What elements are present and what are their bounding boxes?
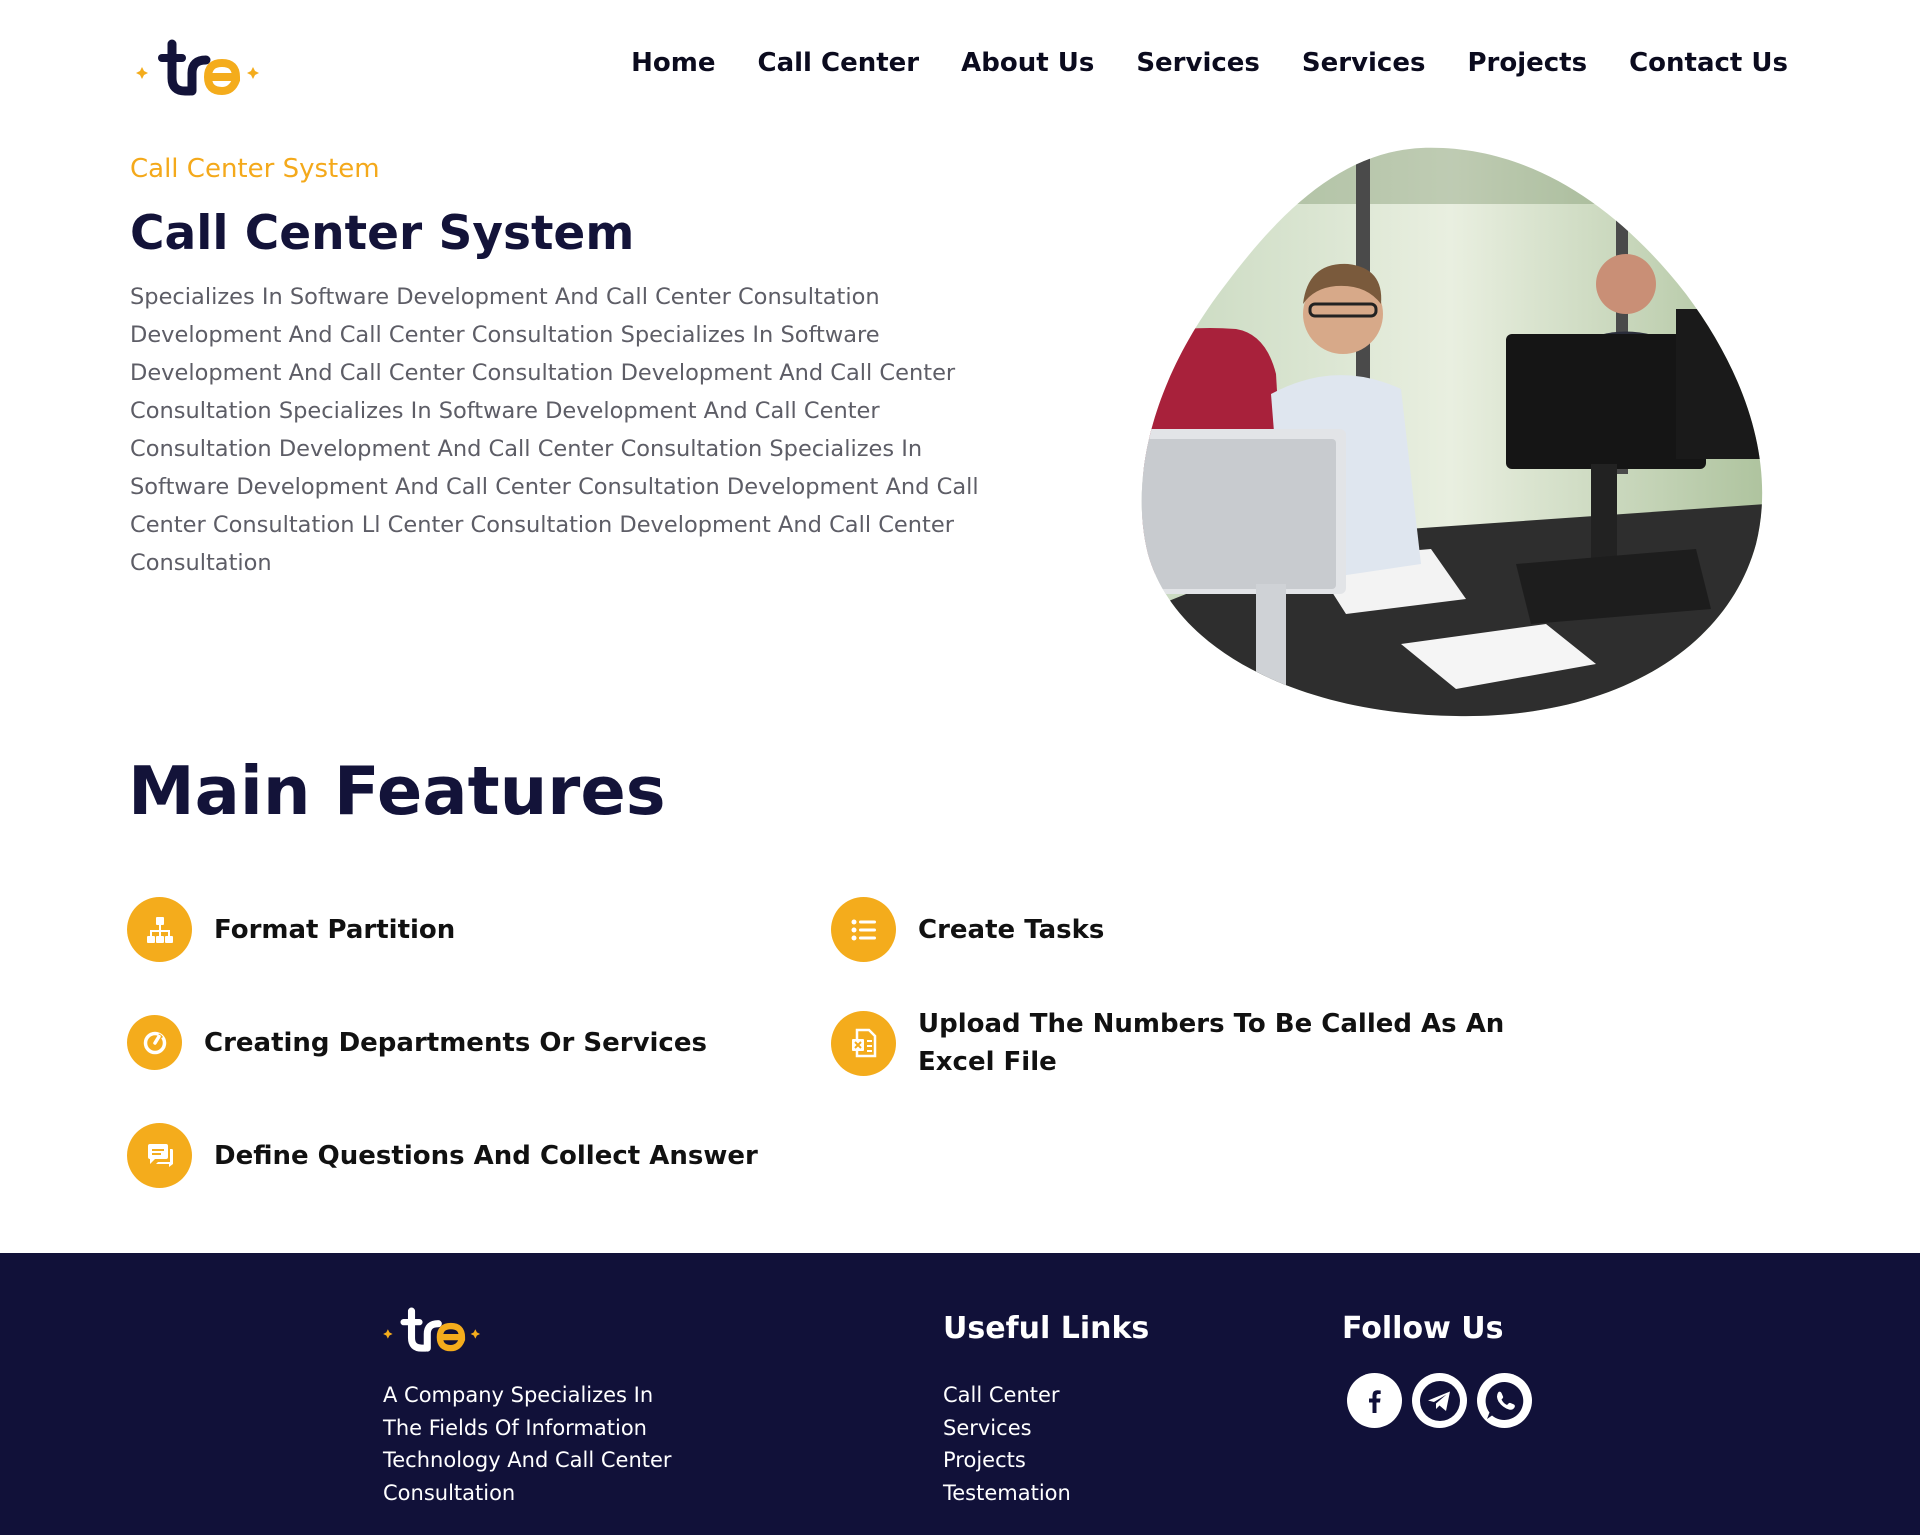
- telegram-icon[interactable]: [1412, 1373, 1467, 1428]
- social-links: [1347, 1373, 1532, 1428]
- chat-icon: [127, 1123, 192, 1188]
- nav-about-us[interactable]: About Us: [961, 48, 1094, 78]
- nav-services-2[interactable]: Services: [1302, 48, 1426, 78]
- footer-link-projects[interactable]: Projects: [943, 1444, 1071, 1477]
- sitemap-icon: [127, 897, 192, 962]
- page-title: Call Center System: [130, 206, 635, 261]
- facebook-icon[interactable]: [1347, 1373, 1402, 1428]
- feature-label: Create Tasks: [918, 914, 1105, 945]
- feature-label: Format Partition: [214, 914, 456, 945]
- main-nav: Home Call Center About Us Services Servi…: [631, 48, 1788, 78]
- nav-call-center[interactable]: Call Center: [758, 48, 920, 78]
- office-workers-at-computers-photo: [1141, 147, 1763, 717]
- feature-item: Format Partition: [127, 897, 455, 962]
- feature-item: Define Questions And Collect Answer: [127, 1123, 758, 1188]
- features-title: Main Features: [128, 752, 666, 830]
- list-icon: [831, 897, 896, 962]
- footer-link-testemation[interactable]: Testemation: [943, 1477, 1071, 1510]
- useful-links-heading: Useful Links: [943, 1311, 1150, 1346]
- nav-contact-us[interactable]: Contact Us: [1629, 48, 1788, 78]
- footer-link-call-center[interactable]: Call Center: [943, 1379, 1071, 1412]
- nav-services[interactable]: Services: [1136, 48, 1260, 78]
- useful-links-list: Call Center Services Projects Testematio…: [943, 1379, 1071, 1509]
- hero-description: Specializes In Software Development And …: [130, 284, 979, 576]
- whatsapp-icon[interactable]: [1477, 1373, 1532, 1428]
- feature-item: Create Tasks: [831, 897, 1104, 962]
- pie-chart-icon: [127, 1015, 182, 1070]
- feature-item: Upload The Numbers To Be Called As An Ex…: [831, 1005, 1511, 1081]
- footer-link-services[interactable]: Services: [943, 1412, 1071, 1445]
- footer: A Company Specializes In The Fields Of I…: [0, 1253, 1920, 1535]
- excel-file-icon: [831, 1010, 896, 1076]
- nav-projects[interactable]: Projects: [1467, 48, 1587, 78]
- tre-logo-icon[interactable]: [132, 38, 264, 98]
- nav-home[interactable]: Home: [631, 48, 715, 78]
- feature-label: Upload The Numbers To Be Called As An Ex…: [918, 1009, 1505, 1077]
- feature-label: Creating Departments Or Services: [204, 1027, 707, 1058]
- footer-about-text: A Company Specializes In The Fields Of I…: [383, 1383, 672, 1505]
- hero-eyebrow: Call Center System: [130, 154, 380, 184]
- tre-logo-icon[interactable]: [380, 1305, 484, 1355]
- follow-us-heading: Follow Us: [1342, 1311, 1504, 1346]
- feature-label: Define Questions And Collect Answer: [214, 1140, 758, 1171]
- feature-item: Creating Departments Or Services: [127, 1015, 707, 1070]
